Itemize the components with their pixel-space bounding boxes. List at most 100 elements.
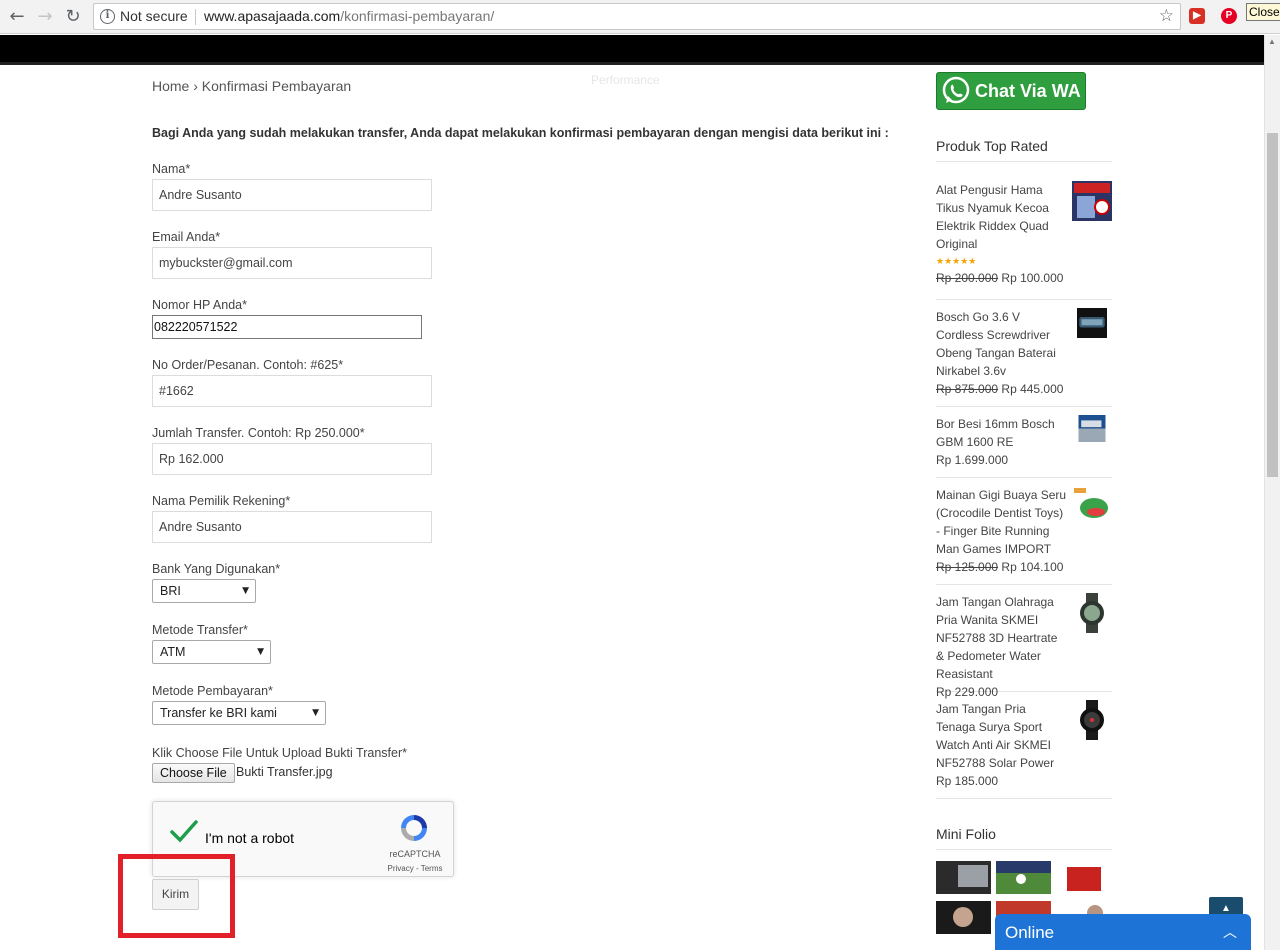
- product-item[interactable]: Jam Tangan Olahraga Pria Wanita SKMEI NF…: [936, 593, 1112, 699]
- transfer-method-select[interactable]: ATM ▼: [152, 640, 271, 664]
- folio-image[interactable]: [936, 861, 991, 894]
- browser-toolbar: ← → ↻ i Not secure www.apasajaada.com/ko…: [0, 0, 1280, 34]
- folio-image[interactable]: [936, 901, 991, 934]
- extension-icon[interactable]: ▶: [1189, 8, 1205, 24]
- account-owner-input[interactable]: Andre Susanto: [152, 511, 432, 543]
- chat-status-label: Online: [1005, 923, 1055, 942]
- rating-stars-icon: ★★★★★: [936, 256, 977, 266]
- order-label: No Order/Pesanan. Contoh: #625*: [152, 358, 344, 372]
- scrollbar-thumb[interactable]: [1267, 133, 1278, 477]
- top-rated-heading: Produk Top Rated: [936, 138, 1112, 162]
- product-name[interactable]: Bosch Go 3.6 V Cordless Screwdriver Oben…: [936, 308, 1068, 380]
- phone-label: Nomor HP Anda*: [152, 298, 247, 312]
- email-input[interactable]: mybuckster@gmail.com: [152, 247, 432, 279]
- product-item[interactable]: Bosch Go 3.6 V Cordless Screwdriver Oben…: [936, 308, 1112, 407]
- nama-label: Nama*: [152, 162, 191, 176]
- product-name[interactable]: Alat Pengusir Hama Tikus Nyamuk Kecoa El…: [936, 181, 1068, 253]
- upload-label: Klik Choose File Untuk Upload Bukti Tran…: [152, 746, 407, 760]
- product-item[interactable]: Jam Tangan Pria Tenaga Surya Sport Watch…: [936, 700, 1112, 799]
- address-bar[interactable]: i Not secure www.apasajaada.com/konfirma…: [93, 3, 1181, 30]
- product-old-price: Rp 200.000: [936, 271, 999, 285]
- product-thumbnail-bosch-go[interactable]: [1072, 308, 1112, 338]
- product-price-row: Rp 185.000: [936, 772, 1112, 790]
- intro-text: Bagi Anda yang sudah melakukan transfer,…: [152, 126, 889, 140]
- bank-select[interactable]: BRI ▼: [152, 579, 256, 603]
- recaptcha-label: I'm not a robot: [205, 830, 295, 846]
- dropdown-arrow-icon: ▼: [242, 586, 249, 596]
- product-price: Rp 100.000: [1001, 271, 1064, 285]
- whatsapp-chat-button[interactable]: Chat Via WA: [936, 72, 1086, 110]
- chevron-up-icon[interactable]: ︿: [1223, 914, 1237, 952]
- product-name[interactable]: Jam Tangan Olahraga Pria Wanita SKMEI NF…: [936, 593, 1068, 683]
- recaptcha-brand: reCAPTCHA: [389, 849, 441, 859]
- url-text[interactable]: www.apasajaada.com/konfirmasi-pembayaran…: [204, 4, 494, 29]
- folio-image[interactable]: [996, 861, 1051, 894]
- dropdown-arrow-icon: ▼: [312, 708, 319, 718]
- product-price: Rp 445.000: [1001, 382, 1064, 396]
- amount-label: Jumlah Transfer. Contoh: Rp 250.000*: [152, 426, 365, 440]
- bank-label: Bank Yang Digunakan*: [152, 562, 281, 576]
- order-input[interactable]: #1662: [152, 375, 432, 407]
- bookmark-star-icon[interactable]: ☆: [1159, 4, 1174, 29]
- product-thumbnail-crocodile[interactable]: [1072, 486, 1112, 526]
- product-price-row: Rp 1.699.000: [936, 451, 1112, 469]
- selected-file-name: Bukti Transfer.jpg: [236, 765, 333, 779]
- checkmark-icon[interactable]: [169, 816, 199, 846]
- payment-method-select[interactable]: Transfer ke BRI kami ▼: [152, 701, 326, 725]
- amount-input[interactable]: Rp 162.000: [152, 443, 432, 475]
- product-price-row: Rp 200.000 Rp 100.000: [936, 269, 1112, 287]
- whatsapp-icon: [942, 76, 970, 104]
- product-name[interactable]: Bor Besi 16mm Bosch GBM 1600 RE: [936, 415, 1068, 451]
- page-scrollbar[interactable]: ▲: [1264, 35, 1280, 950]
- product-old-price: Rp 875.000: [936, 382, 999, 396]
- site-header-bar: [0, 35, 1264, 65]
- faint-menu-text: Performance: [591, 73, 660, 87]
- breadcrumb[interactable]: Home › Konfirmasi Pembayaran: [152, 78, 351, 94]
- product-thumbnail-riddex[interactable]: [1072, 181, 1112, 221]
- product-price: Rp 185.000: [936, 774, 999, 788]
- product-old-price: Rp 125.000: [936, 560, 999, 574]
- security-label: Not secure: [120, 8, 188, 24]
- url-path: /konfirmasi-pembayaran/: [340, 8, 495, 24]
- nama-input[interactable]: Andre Susanto: [152, 179, 432, 211]
- product-item[interactable]: Alat Pengusir Hama Tikus Nyamuk Kecoa El…: [936, 181, 1112, 300]
- product-thumbnail-watch-green[interactable]: [1072, 593, 1112, 633]
- scroll-up-icon[interactable]: ▲: [1268, 37, 1276, 46]
- recaptcha-logo-icon: [401, 815, 427, 841]
- product-thumbnail-watch-black[interactable]: [1072, 700, 1112, 740]
- product-price-row: Rp 125.000 Rp 104.100: [936, 558, 1112, 576]
- product-price: Rp 229.000: [936, 685, 999, 699]
- highlight-annotation-box: [118, 854, 235, 938]
- email-label: Email Anda*: [152, 230, 221, 244]
- info-icon[interactable]: i: [100, 9, 115, 24]
- omnibox-divider: [195, 9, 196, 25]
- reload-icon[interactable]: ↻: [61, 5, 85, 29]
- transfer-method-label: Metode Transfer*: [152, 623, 248, 637]
- payment-method-value: Transfer ke BRI kami: [160, 706, 277, 720]
- recaptcha-terms-link[interactable]: Privacy - Terms: [384, 864, 446, 873]
- product-price-row: Rp 875.000 Rp 445.000: [936, 380, 1112, 398]
- url-host: www.apasajaada.com: [204, 8, 341, 24]
- back-icon[interactable]: ←: [5, 5, 29, 29]
- product-name[interactable]: Mainan Gigi Buaya Seru (Crocodile Dentis…: [936, 486, 1068, 558]
- account-owner-label: Nama Pemilik Rekening*: [152, 494, 291, 508]
- dropdown-arrow-icon: ▼: [257, 647, 264, 657]
- folio-image[interactable]: [1057, 861, 1112, 894]
- forward-icon[interactable]: →: [33, 5, 57, 29]
- choose-file-button[interactable]: Choose File: [152, 763, 235, 783]
- pinterest-icon[interactable]: P: [1221, 8, 1237, 24]
- product-price: Rp 104.100: [1001, 560, 1064, 574]
- phone-input[interactable]: 082220571522: [152, 315, 422, 339]
- mini-folio-heading: Mini Folio: [936, 826, 1112, 850]
- product-item[interactable]: Bor Besi 16mm Bosch GBM 1600 RE Rp 1.699…: [936, 415, 1112, 478]
- product-item[interactable]: Mainan Gigi Buaya Seru (Crocodile Dentis…: [936, 486, 1112, 585]
- transfer-method-value: ATM: [160, 645, 186, 659]
- product-thumbnail-bosch-gbm[interactable]: [1072, 415, 1112, 442]
- payment-method-label: Metode Pembayaran*: [152, 684, 273, 698]
- product-price-row: Rp 229.000: [936, 683, 1112, 701]
- product-price: Rp 1.699.000: [936, 453, 1009, 467]
- whatsapp-button-label: Chat Via WA: [975, 81, 1081, 101]
- online-chat-bar[interactable]: Online ︿: [995, 914, 1251, 950]
- close-tooltip: Close: [1246, 3, 1280, 21]
- product-name[interactable]: Jam Tangan Pria Tenaga Surya Sport Watch…: [936, 700, 1068, 772]
